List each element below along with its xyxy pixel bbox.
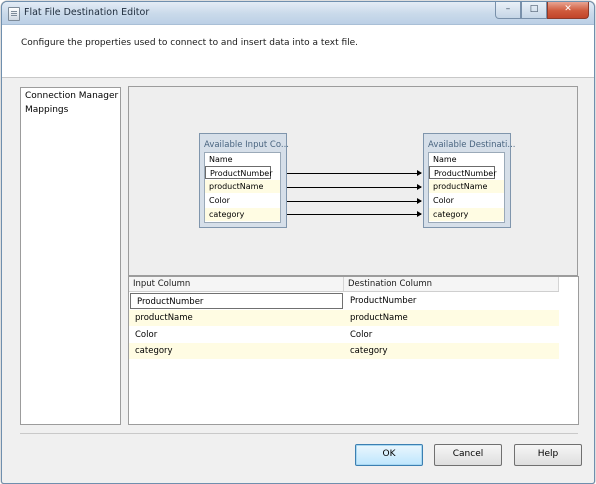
available-input-columns-table[interactable]: Available Input Co... Name ProductNumber… bbox=[199, 133, 289, 228]
close-button[interactable]: ✕ bbox=[547, 2, 589, 19]
arrow-head-icon bbox=[417, 211, 422, 217]
grid-header-input-column[interactable]: Input Column bbox=[129, 277, 344, 291]
grid-cell-input[interactable]: ProductNumber bbox=[130, 293, 343, 309]
input-column-item[interactable]: ProductNumber bbox=[205, 166, 273, 179]
window-title: Flat File Destination Editor bbox=[24, 7, 150, 18]
grid-header-destination-column[interactable]: Destination Column bbox=[344, 277, 559, 291]
dest-column-item[interactable]: Color bbox=[429, 194, 504, 207]
grid-cell-input[interactable]: category bbox=[129, 343, 344, 359]
input-column-item[interactable]: category bbox=[205, 208, 280, 221]
ok-button[interactable]: OK bbox=[355, 444, 423, 466]
dest-column-item[interactable]: productName bbox=[429, 180, 504, 193]
grid-cell-destination[interactable]: ProductNumber bbox=[344, 293, 559, 309]
grid-cell-destination[interactable]: Color bbox=[344, 327, 559, 343]
table-row[interactable]: category category bbox=[129, 343, 559, 359]
grid-cell-input[interactable]: productName bbox=[129, 310, 344, 326]
header-description: Configure the properties used to connect… bbox=[21, 38, 359, 48]
nav-item-connection-manager[interactable]: Connection Manager bbox=[25, 91, 118, 101]
mapping-line[interactable] bbox=[287, 214, 421, 215]
dest-column-item[interactable]: ProductNumber bbox=[429, 166, 497, 179]
nav-item-mappings[interactable]: Mappings bbox=[25, 105, 68, 115]
grid-cell-input[interactable]: Color bbox=[129, 327, 344, 343]
arrow-head-icon bbox=[417, 198, 422, 204]
grid-cell-destination[interactable]: productName bbox=[344, 310, 559, 326]
window-controls: – □ ✕ bbox=[495, 2, 589, 19]
mapping-line[interactable] bbox=[287, 201, 421, 202]
input-table-header: Name bbox=[205, 153, 280, 166]
footer-divider bbox=[20, 433, 578, 434]
mapping-grid: Input Column Destination Column ProductN… bbox=[128, 276, 579, 425]
table-row[interactable]: productName productName bbox=[129, 310, 559, 326]
title-bar[interactable]: Flat File Destination Editor – □ ✕ bbox=[2, 2, 594, 25]
cancel-button[interactable]: Cancel bbox=[434, 444, 502, 466]
help-button[interactable]: Help bbox=[514, 444, 582, 466]
input-table-title: Available Input Co... bbox=[204, 140, 289, 150]
table-row[interactable]: Color Color bbox=[129, 327, 559, 343]
input-table-list: Name ProductNumber productName Color cat… bbox=[204, 152, 281, 223]
mapping-line[interactable] bbox=[287, 173, 421, 174]
mapping-diagram: Available Input Co... Name ProductNumber… bbox=[128, 86, 578, 276]
minimize-button[interactable]: – bbox=[495, 2, 521, 19]
input-column-item[interactable]: Color bbox=[205, 194, 280, 207]
mapping-line[interactable] bbox=[287, 187, 421, 188]
arrow-head-icon bbox=[417, 184, 422, 190]
grid-cell-destination[interactable]: category bbox=[344, 343, 559, 359]
dest-column-item[interactable]: category bbox=[429, 208, 504, 221]
available-destination-columns-table[interactable]: Available Destinati... Name ProductNumbe… bbox=[423, 133, 515, 228]
arrow-head-icon bbox=[417, 170, 422, 176]
maximize-button[interactable]: □ bbox=[521, 2, 547, 19]
input-column-item[interactable]: productName bbox=[205, 180, 280, 193]
table-row[interactable]: ProductNumber ProductNumber bbox=[129, 293, 559, 309]
grid-header: Input Column Destination Column bbox=[129, 277, 559, 292]
document-icon bbox=[8, 7, 20, 21]
header-band: Configure the properties used to connect… bbox=[2, 25, 594, 78]
editor-window: Flat File Destination Editor – □ ✕ Confi… bbox=[1, 1, 595, 484]
dest-table-list: Name ProductNumber productName Color cat… bbox=[428, 152, 505, 223]
dest-table-title: Available Destinati... bbox=[428, 140, 516, 150]
nav-pane: Connection Manager Mappings bbox=[20, 87, 121, 425]
dest-table-header: Name bbox=[429, 153, 504, 166]
